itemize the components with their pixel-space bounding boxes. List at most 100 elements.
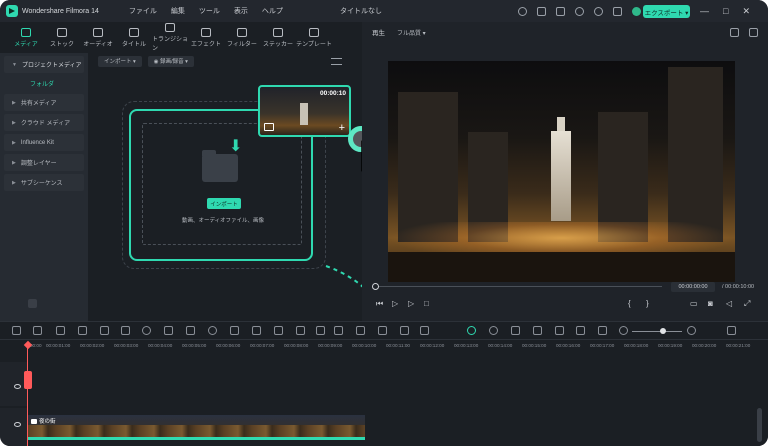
chevron-right-icon: ▶ [12,179,16,186]
sidebar-item-adjustment-layer[interactable]: ▶ 調整レイヤー [4,154,84,171]
sidebar-item-subsequence[interactable]: ▶ サブシーケンス [4,174,84,191]
tab-media[interactable]: メディア [8,22,44,53]
timeline-track-1[interactable] [28,362,768,406]
stop-icon[interactable]: □ [424,299,429,308]
filter-sort-icon[interactable] [331,58,342,65]
fullscreen-icon[interactable]: ⤢ [744,299,750,309]
audio-wave-icon[interactable] [316,326,325,335]
scrub-handle[interactable] [372,283,379,290]
menu-view[interactable]: 表示 [234,6,248,16]
mark-out-icon[interactable]: } [646,299,649,308]
color-icon[interactable] [164,326,173,335]
record-icon[interactable] [489,326,498,335]
undo-icon[interactable] [12,326,21,335]
mark-in-icon[interactable]: { [628,299,631,308]
avatar[interactable] [632,6,641,16]
volume-icon[interactable]: ◁ [726,299,732,308]
compare-icon[interactable] [730,28,739,37]
sidebar-item-cloud-media[interactable]: ▶ クラウド メディア [4,114,84,131]
audio-track-icon[interactable] [555,326,564,335]
zoom-out-icon[interactable] [619,326,628,335]
gift-icon[interactable] [613,6,622,16]
minimize-button[interactable]: — [700,6,709,17]
arrow-down-icon: ⬇ [229,138,243,155]
quality-dropdown[interactable]: フル品質 ▾ [393,26,430,39]
export-button[interactable]: エクスポート ▾ [643,5,690,18]
text-icon[interactable] [121,326,130,335]
layout-icon[interactable] [537,6,546,16]
maximize-button[interactable]: □ [723,6,728,17]
play-icon[interactable]: ▷ [392,299,398,308]
vertical-scrollbar[interactable] [757,408,762,442]
tracking-icon[interactable] [356,326,365,335]
tab-filters[interactable]: フィルター [224,22,260,53]
close-button[interactable]: ✕ [742,6,750,17]
crop-icon[interactable] [100,326,109,335]
delete-icon[interactable] [56,326,65,335]
tab-audio[interactable]: オーディオ [80,22,116,53]
add-icon[interactable]: + [339,122,345,134]
menu-file[interactable]: ファイル [129,6,157,16]
tab-stickers[interactable]: ステッカー [260,22,296,53]
record-dropdown[interactable]: ◉ 録画/録音 ▾ [147,55,194,67]
grid-icon[interactable] [727,326,736,335]
ai-icon[interactable] [334,326,343,335]
status-icon[interactable] [518,6,527,16]
sidebar-item-project-media[interactable]: ▼ プロジェクトメディア [4,56,84,73]
import-dropdown[interactable]: インポート ▾ [98,55,142,67]
tab-effects[interactable]: エフェクト [188,22,224,53]
audio-icon[interactable] [186,326,195,335]
cloud-icon[interactable] [575,6,584,16]
collapse-sidebar-button[interactable] [28,299,37,308]
ruler-tick: 00:00:12:00 [420,343,445,348]
microphone-icon[interactable] [533,326,542,335]
subtitle-icon[interactable] [598,326,607,335]
more-tools-icon[interactable] [420,326,429,335]
split-icon[interactable] [378,326,387,335]
tab-stock[interactable]: ストック [44,22,80,53]
timer-icon[interactable] [208,326,217,335]
sidebar-item-influence-kit[interactable]: ▶ Influence Kit [4,134,84,151]
timeline-ruler[interactable]: 00:00 00:00:01:00 00:00:02:00 00:00:03:0… [0,339,768,361]
playhead[interactable] [27,346,28,446]
thumbnail-image [300,103,308,125]
motion-icon[interactable] [400,326,409,335]
tab-titles[interactable]: タイトル [116,22,152,53]
keyframe-icon[interactable] [230,326,239,335]
eye-icon[interactable] [14,384,21,389]
tab-transitions[interactable]: トランジション [152,22,188,53]
pip-icon[interactable] [576,326,585,335]
support-icon[interactable] [594,6,603,16]
prev-frame-icon[interactable]: ⏮ [376,299,383,309]
player-controls: ⏮ ▷ ▷ □ { } ▭ ◙ ◁ ⤢ [362,298,768,312]
zoom-in-icon[interactable] [687,326,696,335]
sidebar-item-shared-media[interactable]: ▶ 共有メディア [4,94,84,111]
zoom-slider[interactable] [632,331,682,332]
render-icon[interactable] [467,326,476,335]
menu-help[interactable]: ヘルプ [262,6,283,16]
eye-icon[interactable] [14,422,21,427]
dragged-clip-thumbnail[interactable]: 00:00:10 + [258,85,351,137]
video-clip[interactable]: 夜の街 [28,415,365,440]
scrub-bar[interactable] [374,286,662,287]
zoom-slider-handle[interactable] [660,328,666,334]
stabilize-icon[interactable] [296,326,305,335]
ruler-tick: 00:00:07:00 [250,343,275,348]
redo-icon[interactable] [33,326,42,335]
image-icon[interactable] [749,28,758,37]
sidebar-item-folder[interactable]: フォルダ [0,76,88,91]
display-icon[interactable]: ▭ [690,299,698,308]
menu-edit[interactable]: 編集 [171,6,185,16]
tab-templates[interactable]: テンプレート [296,22,332,53]
marker-icon[interactable] [511,326,520,335]
mask-icon[interactable] [274,326,283,335]
cut-icon[interactable] [78,326,87,335]
import-button[interactable]: インポート [207,198,241,209]
menu-tools[interactable]: ツール [199,6,220,16]
ruler-tick: 00:00:15:00 [522,343,547,348]
play-icon[interactable]: ▷ [408,299,414,308]
snapshot-icon[interactable]: ◙ [708,299,713,308]
save-icon[interactable] [556,6,565,16]
transform-icon[interactable] [252,326,261,335]
speed-icon[interactable] [142,326,151,335]
